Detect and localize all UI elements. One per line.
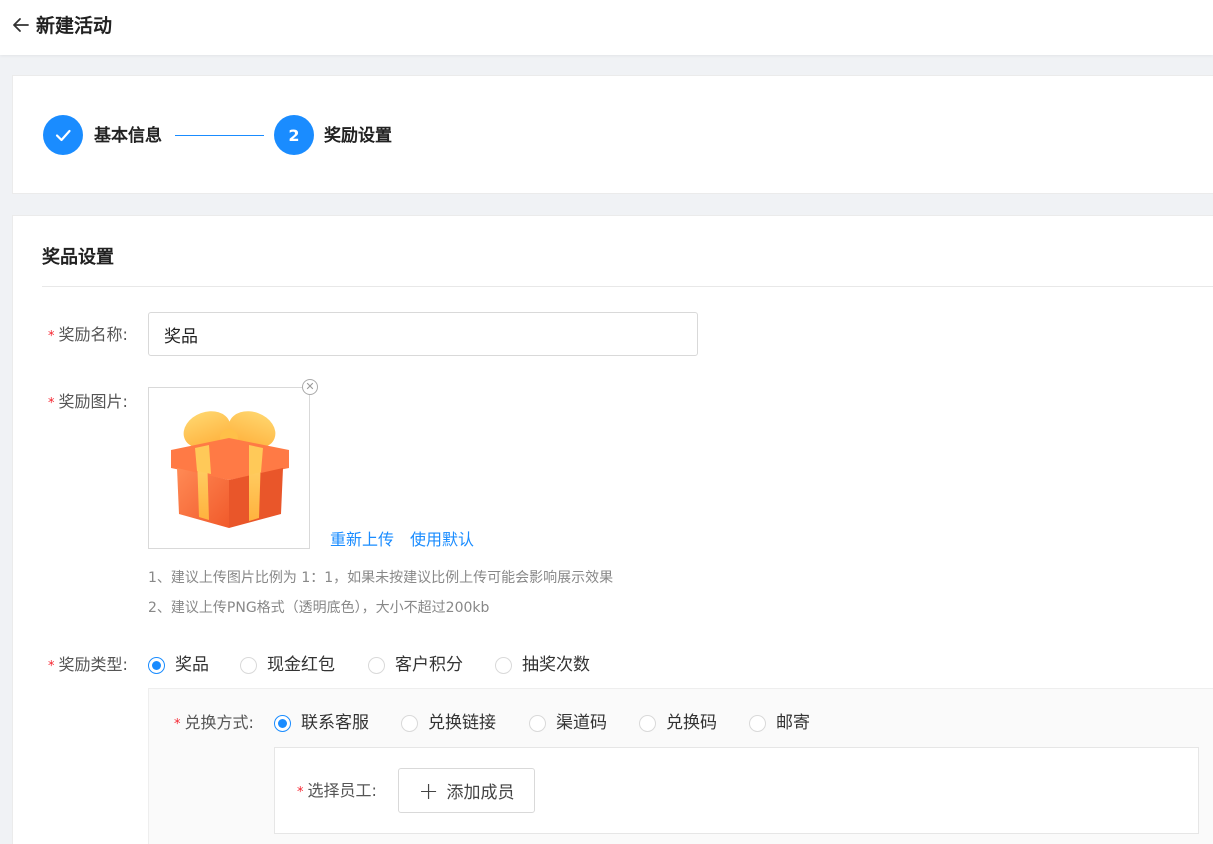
reward-type-radio-points[interactable]: 客户积分 [368, 654, 463, 676]
plus-icon: + [418, 776, 439, 805]
section-divider [42, 286, 1213, 287]
radio-checked [274, 714, 291, 732]
add-member-button[interactable]: + 添加成员 [398, 768, 535, 813]
radio-unchecked [240, 656, 257, 674]
radio-unchecked [749, 714, 766, 732]
redeem-radio-channel-code[interactable]: 渠道码 [529, 712, 607, 734]
gift-icon [171, 411, 289, 528]
top-bar: 新建活动 [0, 0, 1213, 55]
radio-checked [148, 656, 165, 674]
redeem-radio-contact-service[interactable]: 联系客服 [274, 712, 369, 734]
reupload-link[interactable]: 重新上传 [330, 529, 394, 551]
required-mark: * [48, 659, 55, 674]
reward-name-label: * 奖励名称: [48, 325, 128, 344]
redeem-method-label: * 兑换方式: [174, 713, 254, 732]
select-staff-label: * 选择员工: [297, 781, 377, 800]
radio-unchecked [368, 656, 385, 674]
redeem-panel: * 兑换方式: 联系客服 兑换链接 渠道码 兑换码 邮寄 * 选择员工: + 添加成员 [148, 688, 1213, 844]
back-arrow-icon[interactable] [10, 14, 32, 36]
reward-type-label: * 奖励类型: [48, 655, 128, 674]
reward-name-input[interactable] [148, 312, 698, 356]
reward-image-preview[interactable] [148, 387, 310, 549]
radio-unchecked [529, 714, 546, 732]
step-connector [175, 135, 264, 136]
close-icon[interactable]: ✕ [302, 379, 318, 395]
staff-select-panel: * 选择员工: + 添加成员 [274, 747, 1199, 834]
redeem-radio-link[interactable]: 兑换链接 [401, 712, 496, 734]
required-mark: * [297, 785, 304, 800]
required-mark: * [48, 329, 55, 344]
radio-unchecked [401, 714, 418, 732]
image-hint-1: 1、建议上传图片比例为 1：1，如果未按建议比例上传可能会影响展示效果 [148, 570, 614, 586]
step-2-label: 奖励设置 [324, 126, 392, 146]
redeem-radio-code[interactable]: 兑换码 [639, 712, 717, 734]
step-1-label: 基本信息 [94, 126, 162, 146]
prize-settings-card: 奖品设置 *奖励名称: *奖励图片: [12, 215, 1213, 844]
reward-image-label: * 奖励图片: [48, 392, 128, 411]
radio-unchecked [639, 714, 656, 732]
section-title: 奖品设置 [42, 247, 114, 268]
required-mark: * [48, 396, 55, 411]
steps-card: 基本信息 2 奖励设置 [12, 75, 1213, 194]
page-title: 新建活动 [36, 15, 113, 37]
check-icon [55, 129, 71, 142]
radio-unchecked [495, 656, 512, 674]
redeem-radio-mail[interactable]: 邮寄 [749, 712, 810, 734]
step-1-done-badge [43, 115, 83, 155]
required-mark: * [174, 717, 181, 732]
image-hint-2: 2、建议上传PNG格式（透明底色），大小不超过200kb [148, 600, 490, 616]
use-default-link[interactable]: 使用默认 [410, 529, 474, 551]
reward-type-radio-prize[interactable]: 奖品 [148, 654, 209, 676]
step-2-badge: 2 [274, 115, 314, 155]
reward-type-radio-draws[interactable]: 抽奖次数 [495, 654, 590, 676]
reward-type-radio-cash[interactable]: 现金红包 [240, 654, 335, 676]
